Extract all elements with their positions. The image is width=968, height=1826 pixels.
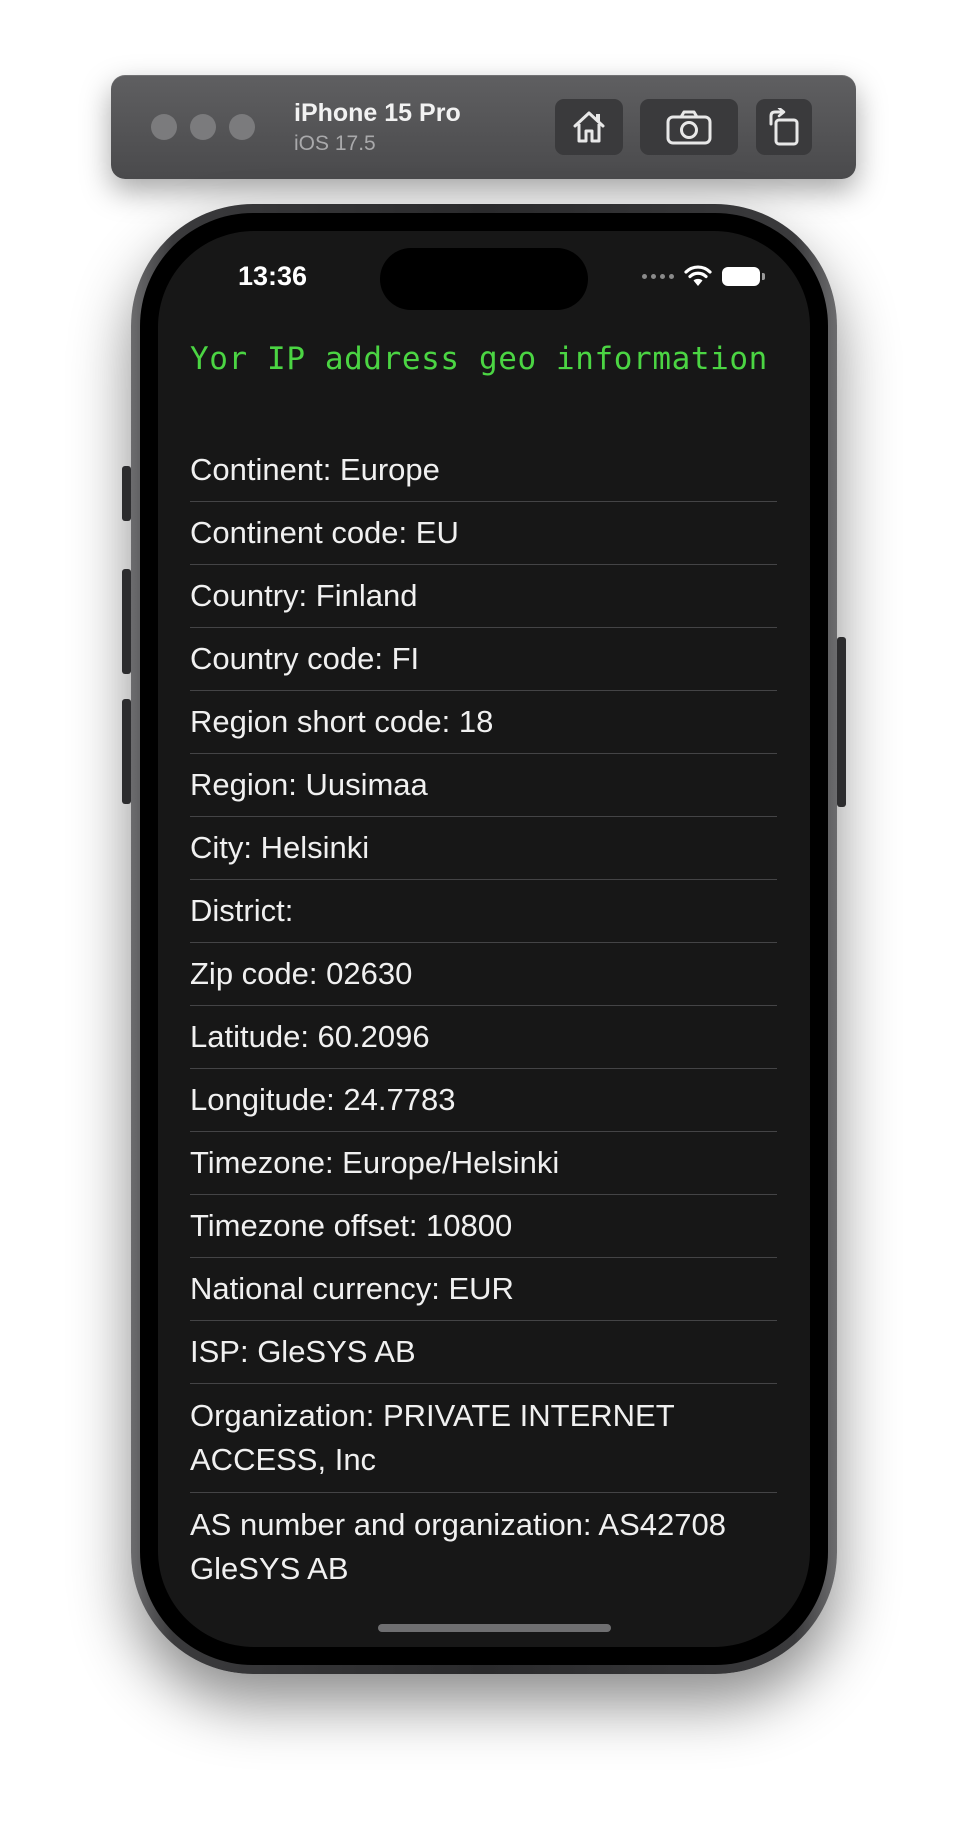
screenshot-icon	[666, 110, 712, 145]
wifi-icon	[684, 265, 712, 286]
geo-info-list: Continent: Europe Continent code: EU Cou…	[190, 439, 777, 1601]
close-window-dot[interactable]	[151, 114, 177, 140]
list-item: Continent code: EU	[190, 502, 777, 565]
rotate-button[interactable]	[756, 99, 812, 155]
rotate-icon	[769, 108, 799, 146]
list-item: Region short code: 18	[190, 691, 777, 754]
list-item: Timezone: Europe/Helsinki	[190, 1132, 777, 1195]
page-title: Yor IP address geo information	[190, 341, 768, 377]
list-item: Region: Uusimaa	[190, 754, 777, 817]
device-name: iPhone 15 Pro	[294, 99, 461, 127]
simulator-toolbar: iPhone 15 Pro iOS 17.5	[111, 75, 856, 179]
list-item: National currency: EUR	[190, 1258, 777, 1321]
action-button[interactable]	[122, 466, 131, 521]
list-item: Latitude: 60.2096	[190, 1006, 777, 1069]
minimize-window-dot[interactable]	[190, 114, 216, 140]
screenshot-button[interactable]	[640, 99, 738, 155]
zoom-window-dot[interactable]	[229, 114, 255, 140]
battery-icon	[722, 266, 765, 286]
list-item: Timezone offset: 10800	[190, 1195, 777, 1258]
list-item: District:	[190, 880, 777, 943]
list-item: Continent: Europe	[190, 439, 777, 502]
home-indicator[interactable]	[378, 1624, 611, 1632]
list-item: ISP: GleSYS AB	[190, 1321, 777, 1384]
home-icon	[573, 111, 605, 143]
device-os-version: iOS 17.5	[294, 132, 376, 155]
list-item: Country: Finland	[190, 565, 777, 628]
list-item: Country code: FI	[190, 628, 777, 691]
signal-dots-icon	[642, 273, 674, 279]
home-button[interactable]	[555, 99, 623, 155]
volume-down-button[interactable]	[122, 699, 131, 804]
phone-screen: 13:36 Yor IP address geo information Con…	[158, 231, 810, 1647]
list-item: Zip code: 02630	[190, 943, 777, 1006]
power-button[interactable]	[837, 637, 846, 807]
list-item: AS number and organization: AS42708 GleS…	[190, 1507, 726, 1586]
status-icons	[642, 265, 765, 287]
volume-up-button[interactable]	[122, 569, 131, 674]
list-item: Longitude: 24.7783	[190, 1069, 777, 1132]
list-item: City: Helsinki	[190, 817, 777, 880]
status-time: 13:36	[238, 261, 308, 291]
dynamic-island	[380, 248, 588, 310]
list-item: Organization: PRIVATE INTERNET ACCESS, I…	[190, 1384, 777, 1493]
phone-frame: 13:36 Yor IP address geo information Con…	[122, 204, 846, 1674]
